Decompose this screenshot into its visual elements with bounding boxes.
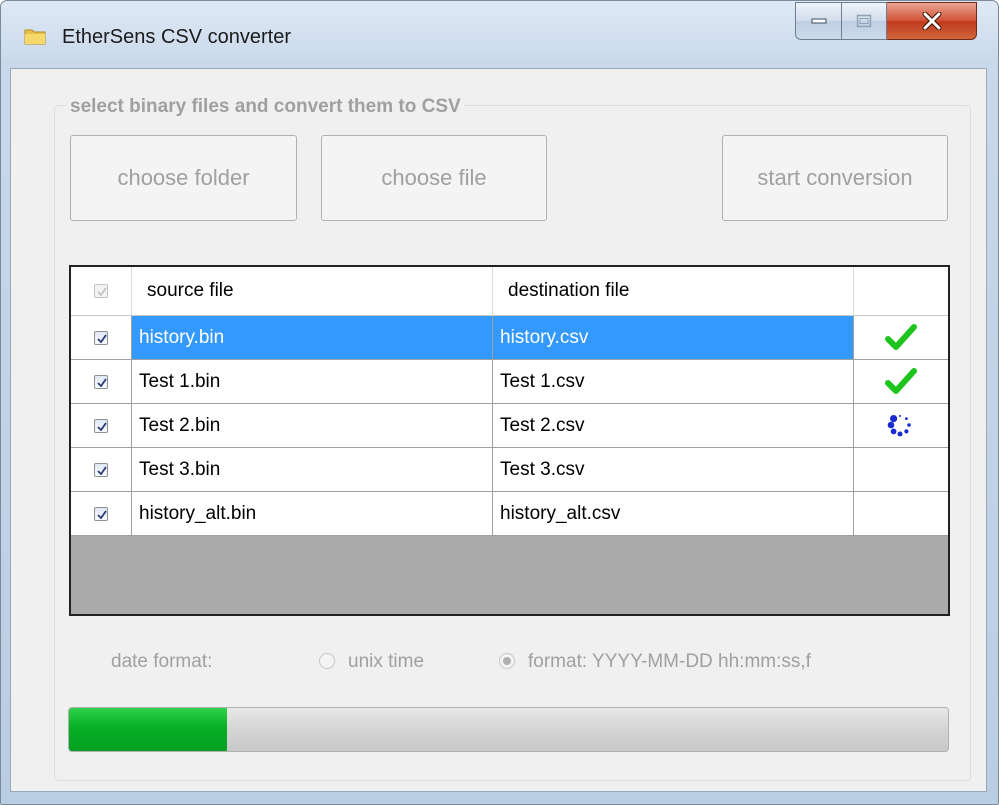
groupbox-title: select binary files and convert them to … (67, 96, 464, 118)
client-area: select binary files and convert them to … (10, 68, 987, 792)
source-file-cell[interactable]: history_alt.bin (132, 492, 493, 535)
grid-header: source file destination file (71, 267, 948, 316)
column-header-destination[interactable]: destination file (493, 267, 854, 315)
destination-file-cell[interactable]: Test 3.csv (493, 448, 854, 491)
destination-file-cell[interactable]: Test 1.csv (493, 360, 854, 403)
column-header-source[interactable]: source file (132, 267, 493, 315)
row-checkbox-cell[interactable] (71, 404, 132, 447)
file-grid[interactable]: source file destination file history.bin… (69, 265, 950, 616)
row-checkbox-cell[interactable] (71, 448, 132, 491)
source-file-cell[interactable]: Test 3.bin (132, 448, 493, 491)
spinner-icon (887, 414, 911, 436)
folder-icon (24, 29, 46, 45)
row-checkbox[interactable] (94, 418, 108, 433)
maximize-icon (856, 14, 872, 28)
status-cell (854, 492, 948, 535)
choose-file-button[interactable]: choose file (321, 135, 547, 221)
column-header-status[interactable] (854, 267, 948, 315)
select-all-cell[interactable] (71, 267, 132, 315)
row-checkbox-cell[interactable] (71, 360, 132, 403)
table-row[interactable]: history_alt.bin history_alt.csv (71, 492, 948, 536)
checkmark-icon (97, 465, 107, 475)
status-cell (854, 448, 948, 491)
row-checkbox[interactable] (94, 330, 108, 345)
custom-format-radio[interactable] (499, 653, 515, 669)
row-checkbox[interactable] (94, 506, 108, 521)
row-checkbox-cell[interactable] (71, 316, 132, 359)
window-title: EtherSens CSV converter (62, 26, 291, 48)
destination-file-cell[interactable]: history.csv (493, 316, 854, 359)
checkmark-icon (97, 421, 107, 431)
checkmark-icon (97, 287, 107, 297)
start-conversion-button[interactable]: start conversion (722, 135, 948, 221)
choose-folder-button[interactable]: choose folder (70, 135, 297, 221)
unix-time-radio[interactable] (319, 653, 335, 669)
row-checkbox[interactable] (94, 462, 108, 477)
checkmark-icon (97, 333, 107, 343)
close-button[interactable] (887, 2, 977, 40)
destination-file-cell[interactable]: history_alt.csv (493, 492, 854, 535)
app-window: EtherSens CSV converter select binary fi… (0, 0, 999, 805)
status-cell (854, 404, 948, 447)
checkmark-icon (97, 377, 107, 387)
minimize-icon (811, 18, 826, 24)
table-row[interactable]: Test 3.bin Test 3.csv (71, 448, 948, 492)
status-cell (854, 316, 948, 359)
source-file-cell[interactable]: history.bin (132, 316, 493, 359)
checkmark-icon (97, 509, 107, 519)
table-row[interactable]: Test 1.bin Test 1.csv (71, 360, 948, 404)
select-all-checkbox[interactable] (94, 284, 108, 298)
table-row[interactable]: Test 2.bin Test 2.csv (71, 404, 948, 448)
source-file-cell[interactable]: Test 2.bin (132, 404, 493, 447)
source-file-cell[interactable]: Test 1.bin (132, 360, 493, 403)
custom-format-label[interactable]: format: YYYY-MM-DD hh:mm:ss,f (528, 651, 811, 673)
checkmark-icon (885, 323, 917, 350)
destination-file-cell[interactable]: Test 2.csv (493, 404, 854, 447)
maximize-button[interactable] (842, 2, 887, 40)
close-icon (922, 12, 941, 30)
date-format-label: date format: (111, 651, 213, 672)
table-row[interactable]: history.bin history.csv (71, 316, 948, 360)
progress-fill (69, 708, 228, 751)
checkmark-icon (885, 367, 917, 394)
status-cell (854, 360, 948, 403)
unix-time-label[interactable]: unix time (348, 651, 424, 673)
row-checkbox[interactable] (94, 374, 108, 389)
conversion-progress-bar (68, 707, 949, 752)
row-checkbox-cell[interactable] (71, 492, 132, 535)
title-bar[interactable]: EtherSens CSV converter (1, 1, 998, 67)
minimize-button[interactable] (795, 2, 842, 40)
